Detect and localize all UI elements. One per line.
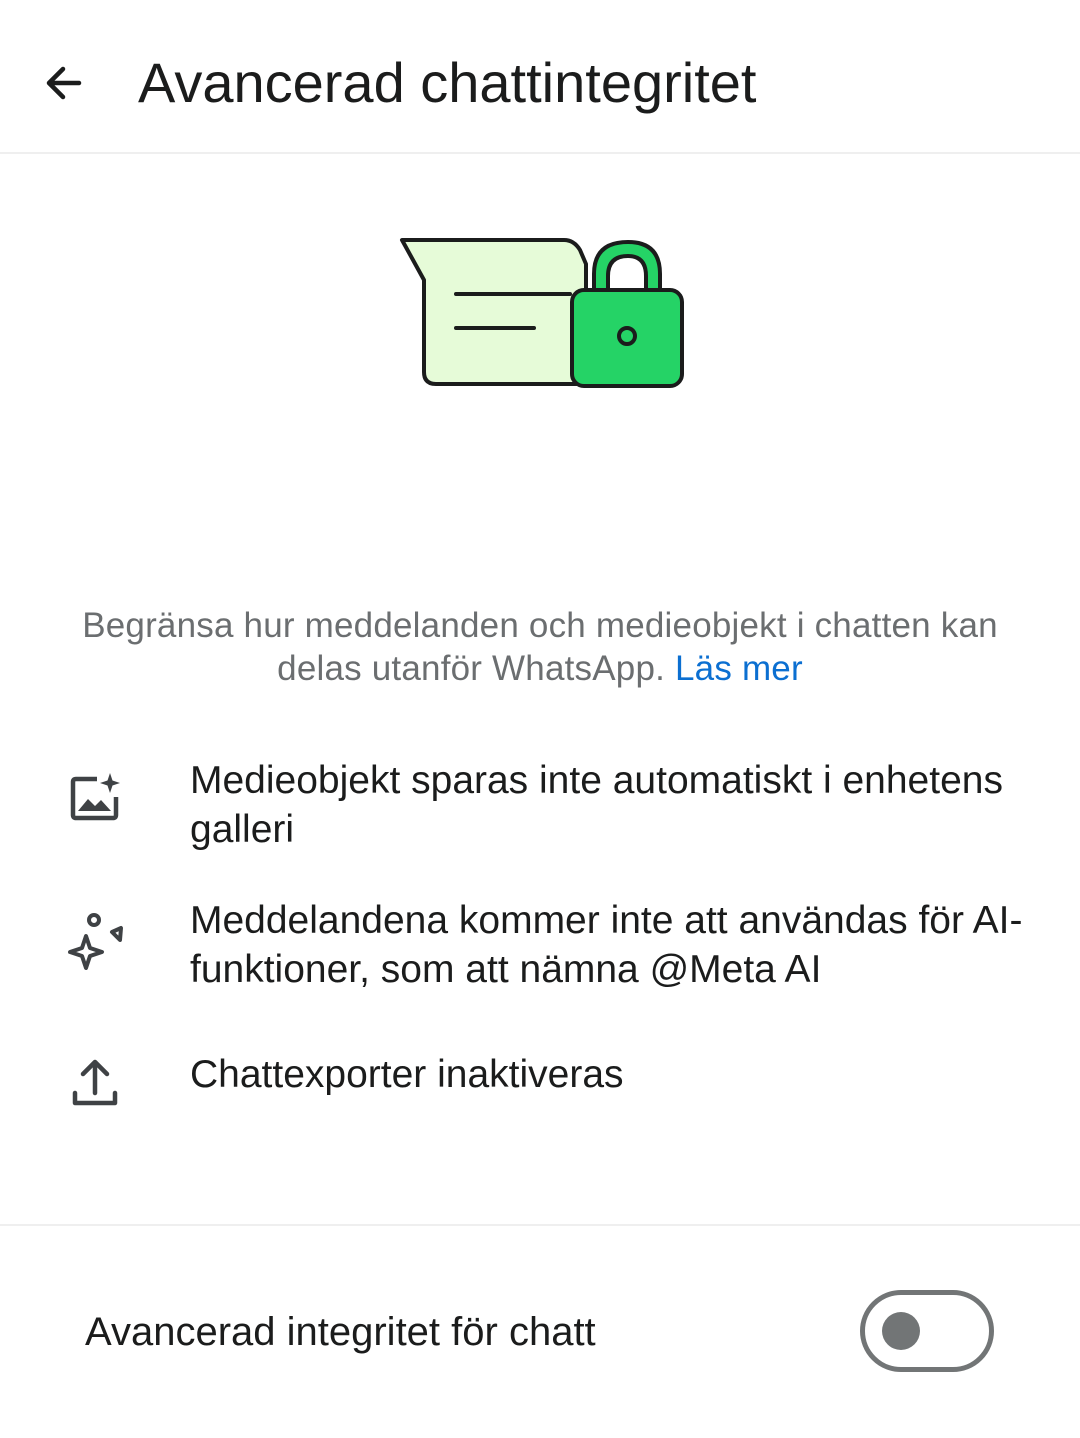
ai-sparkle-icon <box>62 908 128 974</box>
setting-label: Avancerad integritet för chatt <box>85 1310 596 1354</box>
locked-chat-illustration <box>396 234 688 392</box>
advanced-privacy-setting-row[interactable]: Avancerad integritet för chatt <box>0 1270 1080 1390</box>
advanced-chat-privacy-screen: Avancerad chattintegritet Begränsa hur m… <box>0 0 1080 1438</box>
description: Begränsa hur meddelanden och medieobjekt… <box>60 604 1020 690</box>
feature-text: Chattexporter inaktiveras <box>190 1053 624 1096</box>
export-upload-icon <box>62 1050 128 1116</box>
gallery-sparkle-icon <box>62 766 128 832</box>
section-divider <box>0 1224 1080 1226</box>
learn-more-link[interactable]: Läs mer <box>675 649 803 688</box>
toggle-knob <box>882 1312 920 1350</box>
page-title: Avancerad chattintegritet <box>138 51 757 114</box>
back-button[interactable] <box>30 50 96 116</box>
arrow-left-icon <box>46 66 82 100</box>
description-text: Begränsa hur meddelanden och medieobjekt… <box>82 606 998 688</box>
feature-text: Medieobjekt sparas inte automatiskt i en… <box>190 759 1003 851</box>
advanced-privacy-toggle[interactable] <box>860 1290 994 1372</box>
feature-text: Meddelandena kommer inte att användas fö… <box>190 899 1023 991</box>
app-bar: Avancerad chattintegritet <box>0 0 1080 154</box>
